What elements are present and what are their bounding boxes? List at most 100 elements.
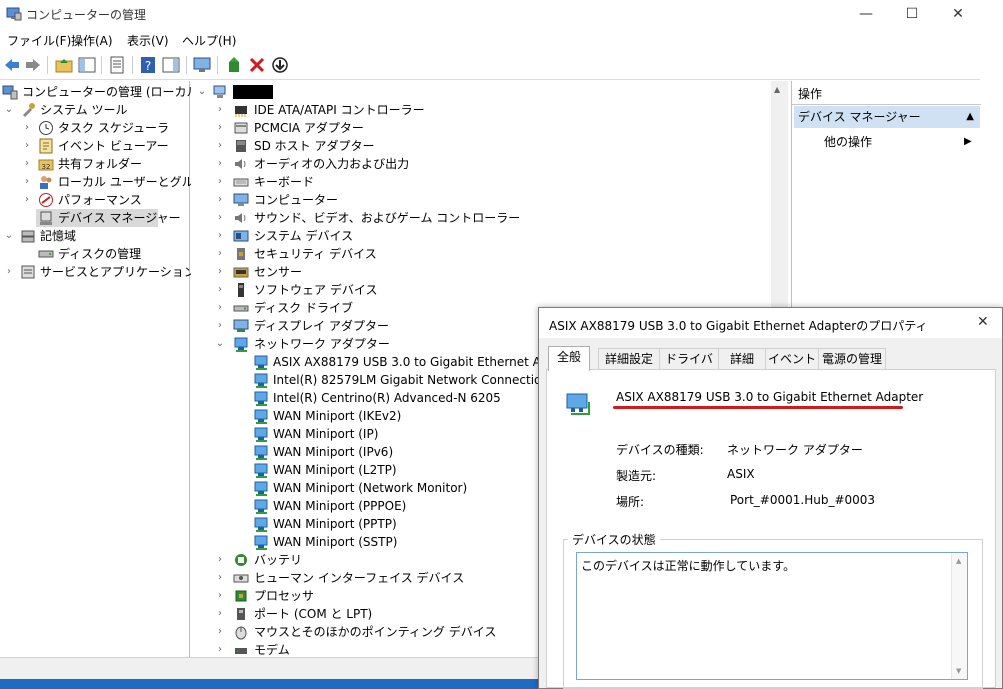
tab-events[interactable]: イベント <box>765 348 819 370</box>
tab-general[interactable]: 全般 <box>548 346 590 371</box>
chevron-down-icon[interactable]: ⌄ <box>4 101 14 119</box>
device-category[interactable]: › PCMCIA アダプター <box>191 119 751 137</box>
device-tree-label: WAN Miniport (PPTP) <box>273 517 397 531</box>
manufacturer-value: ASIX <box>727 467 755 481</box>
tab-advanced[interactable]: 詳細設定 <box>598 348 660 370</box>
monitor-icon[interactable] <box>193 56 211 74</box>
nav-tree-item[interactable]: › パフォーマンス <box>0 191 185 209</box>
device-category[interactable]: › セキュリティ デバイス <box>191 245 751 263</box>
nav-tree-item[interactable]: › イベント ビューアー <box>0 137 185 155</box>
menu-view[interactable]: 表示(V) <box>127 32 169 49</box>
nav-tree-item[interactable]: ⌄ システム ツール <box>0 101 185 119</box>
svg-text:?: ? <box>145 59 151 73</box>
more-actions-item[interactable]: 他の操作 <box>824 133 872 151</box>
device-category[interactable]: › システム デバイス <box>191 227 751 245</box>
nav-tree-item[interactable]: ディスクの管理 <box>0 245 185 263</box>
dialog-close-button[interactable]: ✕ <box>977 314 989 330</box>
scroll-down-icon[interactable]: ▼ <box>956 667 961 675</box>
nav-tree-item[interactable]: ⌄ 記憶域 <box>0 227 185 245</box>
show-hide-tree-icon[interactable] <box>78 56 96 74</box>
chevron-right-icon[interactable]: › <box>215 101 225 119</box>
chevron-right-icon[interactable]: › <box>215 155 225 173</box>
tab-driver[interactable]: ドライバー <box>659 348 719 386</box>
device-tree-label: PCMCIA アダプター <box>254 121 364 135</box>
tab-details[interactable]: 詳細 <box>718 348 766 370</box>
device-status-legend: デバイスの状態 <box>568 531 660 548</box>
help-icon[interactable]: ? <box>139 56 157 74</box>
title-bar: コンピューターの管理 — ☐ ✕ <box>0 0 980 28</box>
chevron-right-icon[interactable]: › <box>215 119 225 137</box>
up-folder-icon[interactable] <box>55 56 73 74</box>
chevron-down-icon[interactable]: ⌄ <box>4 227 14 245</box>
red-annotation-underline <box>613 406 903 409</box>
chevron-right-icon[interactable]: › <box>215 137 225 155</box>
clock-icon <box>39 121 53 135</box>
nav-tree-item[interactable]: › 32 共有フォルダー <box>0 155 185 173</box>
network-icon <box>254 445 268 460</box>
chevron-right-icon[interactable]: › <box>215 173 225 191</box>
download-circle-icon[interactable] <box>271 56 289 74</box>
menu-help[interactable]: ヘルプ(H) <box>182 32 236 49</box>
chevron-right-icon[interactable]: › <box>215 209 225 227</box>
close-button[interactable]: ✕ <box>935 0 981 28</box>
chevron-right-icon[interactable]: › <box>22 119 32 137</box>
nav-tree-item[interactable]: › ローカル ユーザーとグループ <box>0 173 217 191</box>
chevron-right-icon[interactable]: › <box>22 173 32 191</box>
chevron-right-icon[interactable]: › <box>22 137 32 155</box>
device-category[interactable]: › SD ホスト アダプター <box>191 137 751 155</box>
status-scrollbar[interactable]: ▲ ▼ <box>951 553 967 679</box>
chevron-right-icon[interactable]: › <box>215 605 225 623</box>
maximize-button[interactable]: ☐ <box>889 0 935 28</box>
chevron-right-icon[interactable]: › <box>215 317 225 335</box>
forward-arrow-icon[interactable] <box>24 56 42 74</box>
back-arrow-icon[interactable] <box>3 56 21 74</box>
battery-icon <box>235 554 247 566</box>
chevron-down-icon[interactable]: ⌄ <box>215 335 225 353</box>
device-tree-label: キーボード <box>254 175 315 189</box>
nav-tree-item[interactable]: コンピューターの管理 (ローカル) <box>0 83 203 101</box>
disk-drive-icon <box>233 305 249 312</box>
update-driver-icon[interactable] <box>226 56 244 74</box>
device-category[interactable]: › サウンド、ビデオ、およびゲーム コントローラー <box>191 209 751 227</box>
device-category[interactable]: › オーディオの入力および出力 <box>191 155 751 173</box>
location-label: 場所: <box>616 495 645 509</box>
minimize-button[interactable]: — <box>843 0 889 28</box>
device-category[interactable]: › ソフトウェア デバイス <box>191 281 751 299</box>
chevron-right-icon[interactable]: › <box>215 227 225 245</box>
nav-tree-item[interactable]: › サービスとアプリケーション <box>0 263 196 281</box>
chevron-right-icon[interactable]: › <box>215 245 225 263</box>
device-category[interactable]: › キーボード <box>191 173 751 191</box>
device-category[interactable]: › コンピューター <box>191 191 751 209</box>
chevron-right-icon[interactable]: › <box>22 191 32 209</box>
chevron-right-icon[interactable]: › <box>215 569 225 587</box>
chevron-right-icon[interactable]: › <box>215 623 225 641</box>
device-tree-root[interactable]: ⌄ <box>197 83 397 101</box>
scroll-up-icon[interactable]: ▲ <box>956 557 961 565</box>
action-pane-icon[interactable] <box>162 56 180 74</box>
chevron-right-icon[interactable]: › <box>4 263 14 281</box>
chevron-right-icon[interactable]: › <box>215 551 225 569</box>
uninstall-icon[interactable] <box>248 56 266 74</box>
collapse-triangle-icon[interactable]: ▲ <box>966 106 974 128</box>
submenu-arrow-icon: ▶ <box>964 136 972 147</box>
chevron-right-icon[interactable]: › <box>215 587 225 605</box>
actions-section-device-manager[interactable]: デバイス マネージャー ▲ <box>794 106 980 128</box>
chevron-right-icon[interactable]: › <box>215 299 225 317</box>
tab-power-management[interactable]: 電源の管理 <box>818 348 886 370</box>
scroll-up-icon[interactable]: ▲ <box>774 85 780 94</box>
chevron-right-icon[interactable]: › <box>215 281 225 299</box>
nav-tree-item[interactable]: デバイス マネージャー <box>36 209 181 227</box>
properties-icon[interactable] <box>108 56 126 74</box>
chevron-down-icon[interactable]: ⌄ <box>197 83 207 101</box>
device-status-textbox[interactable]: このデバイスは正常に動作しています。 ▲ ▼ <box>576 552 968 680</box>
chevron-right-icon[interactable]: › <box>215 191 225 209</box>
chevron-right-icon[interactable]: › <box>215 263 225 281</box>
device-category[interactable]: › センサー <box>191 263 751 281</box>
nav-tree-label: イベント ビューアー <box>58 139 169 153</box>
menu-action[interactable]: 操作(A) <box>71 32 113 49</box>
chevron-right-icon[interactable]: › <box>22 155 32 173</box>
menu-file[interactable]: ファイル(F) <box>7 32 71 49</box>
nav-tree-item[interactable]: › タスク スケジューラ <box>0 119 185 137</box>
device-tree-label: WAN Miniport (IP) <box>273 427 379 441</box>
device-category[interactable]: › IDE ATA/ATAPI コントローラー <box>191 101 751 119</box>
